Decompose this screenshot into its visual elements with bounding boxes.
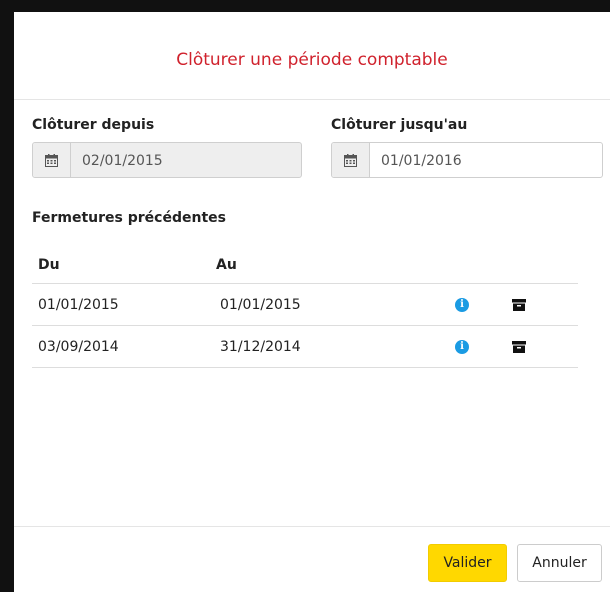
to-date-field[interactable] xyxy=(331,142,603,178)
info-icon[interactable]: i xyxy=(455,298,469,312)
validate-button[interactable]: Valider xyxy=(428,544,507,582)
previous-closures-title: Fermetures précédentes xyxy=(32,210,226,226)
table-header: Du Au xyxy=(32,244,578,284)
calendar-icon xyxy=(33,143,71,177)
cell-du: 01/01/2015 xyxy=(38,297,119,313)
backdrop xyxy=(0,0,610,12)
modal-footer: Valider Annuler xyxy=(14,526,610,592)
table-row: 01/01/2015 01/01/2015 i xyxy=(32,284,578,326)
from-date-input xyxy=(71,143,301,177)
to-date-input[interactable] xyxy=(370,143,602,177)
calendar-icon[interactable] xyxy=(332,143,370,177)
archive-icon[interactable] xyxy=(512,341,526,353)
column-header-du: Du xyxy=(38,257,60,273)
cancel-button[interactable]: Annuler xyxy=(517,544,602,582)
modal-header: Clôturer une période comptable xyxy=(14,12,610,100)
archive-icon[interactable] xyxy=(512,299,526,311)
cell-au: 31/12/2014 xyxy=(220,339,301,355)
backdrop-edge xyxy=(0,0,14,592)
table-row: 03/09/2014 31/12/2014 i xyxy=(32,326,578,368)
from-date-label: Clôturer depuis xyxy=(32,117,155,133)
to-date-label: Clôturer jusqu'au xyxy=(331,117,468,133)
cell-du: 03/09/2014 xyxy=(38,339,119,355)
close-period-modal: Clôturer une période comptable Clôturer … xyxy=(14,12,610,592)
from-date-field xyxy=(32,142,302,178)
column-header-au: Au xyxy=(216,257,237,273)
modal-title: Clôturer une période comptable xyxy=(176,50,448,70)
info-icon[interactable]: i xyxy=(455,340,469,354)
cell-au: 01/01/2015 xyxy=(220,297,301,313)
